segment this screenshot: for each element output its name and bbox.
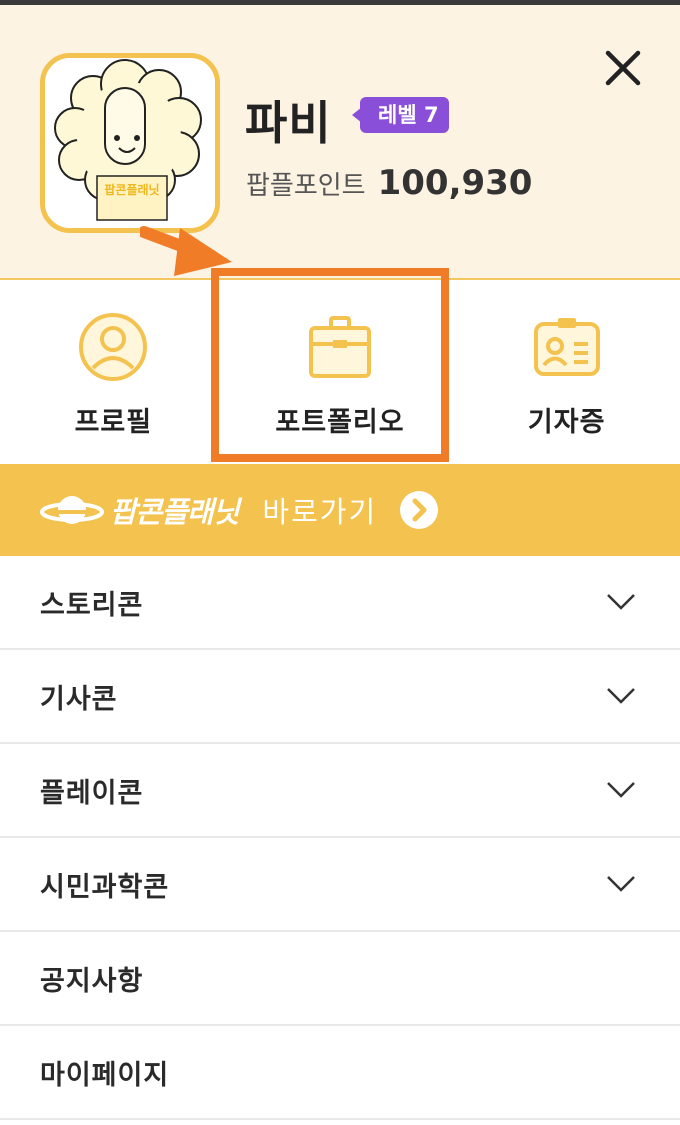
- points-value: 100,930: [377, 163, 533, 203]
- menu-item-label: 기사콘: [40, 683, 118, 715]
- level-badge: 레벨 7: [352, 97, 449, 133]
- chevron-down-icon: [607, 688, 635, 704]
- chevron-down-icon: [607, 782, 635, 798]
- planet-icon: [40, 496, 104, 524]
- avatar-sign-text: 팝콘플래닛: [104, 182, 159, 197]
- chevron-down-icon: [607, 594, 635, 610]
- menu-item-citizen-science[interactable]: 시민과학콘: [0, 838, 680, 932]
- chevron-down-icon: [607, 876, 635, 892]
- close-icon[interactable]: [596, 41, 650, 95]
- profile-icon: [79, 313, 148, 381]
- press-id-icon: [533, 318, 600, 376]
- profile-header: 팝콘플래닛 파비 레벨 7 팝플포인트 100,930: [0, 5, 680, 280]
- pointer-arrow-icon: [140, 226, 232, 276]
- quick-nav-profile[interactable]: 프로필: [0, 282, 227, 464]
- quick-nav-label: 프로필: [74, 407, 153, 438]
- points-label: 팝플포인트: [246, 171, 366, 201]
- menu-item-articlecon[interactable]: 기사콘: [0, 650, 680, 744]
- menu-item-playcon[interactable]: 플레이콘: [0, 744, 680, 838]
- chevron-right-circle-icon: [400, 491, 439, 529]
- quick-nav-portfolio[interactable]: 포트폴리오: [227, 282, 454, 464]
- menu-item-label: 시민과학콘: [40, 871, 170, 903]
- briefcase-icon: [309, 316, 371, 378]
- banner-brand: 팝콘플래닛: [110, 495, 239, 529]
- level-badge-text: 레벨 7: [378, 103, 439, 127]
- menu-item-label: 마이페이지: [40, 1059, 170, 1091]
- menu-item-label: 스토리콘: [40, 589, 144, 621]
- quick-nav-label: 기자증: [527, 407, 606, 438]
- quick-nav-label: 포트폴리오: [275, 407, 405, 438]
- menu-item-label: 플레이콘: [40, 777, 144, 809]
- quick-nav: 프로필 포트폴리오 기자증: [0, 282, 680, 464]
- points-row: 팝플포인트 100,930: [246, 163, 532, 203]
- user-name: 파비: [245, 96, 332, 150]
- menu-item-storycon[interactable]: 스토리콘: [0, 556, 680, 650]
- banner-goto-label: 바로가기: [262, 495, 378, 529]
- menu-item-label: 공지사항: [40, 965, 144, 997]
- quick-nav-press-id[interactable]: 기자증: [453, 282, 680, 464]
- mascot-illustration: 팝콘플래닛: [45, 58, 215, 228]
- menu-item-notice[interactable]: 공지사항: [0, 932, 680, 1026]
- menu-item-mypage[interactable]: 마이페이지: [0, 1026, 680, 1120]
- popcorn-planet-banner[interactable]: 팝콘플래닛 바로가기: [0, 464, 680, 556]
- avatar[interactable]: 팝콘플래닛: [40, 53, 220, 233]
- side-menu: 스토리콘 기사콘 플레이콘 시민과학콘 공지사항 마이페이지: [0, 556, 680, 1120]
